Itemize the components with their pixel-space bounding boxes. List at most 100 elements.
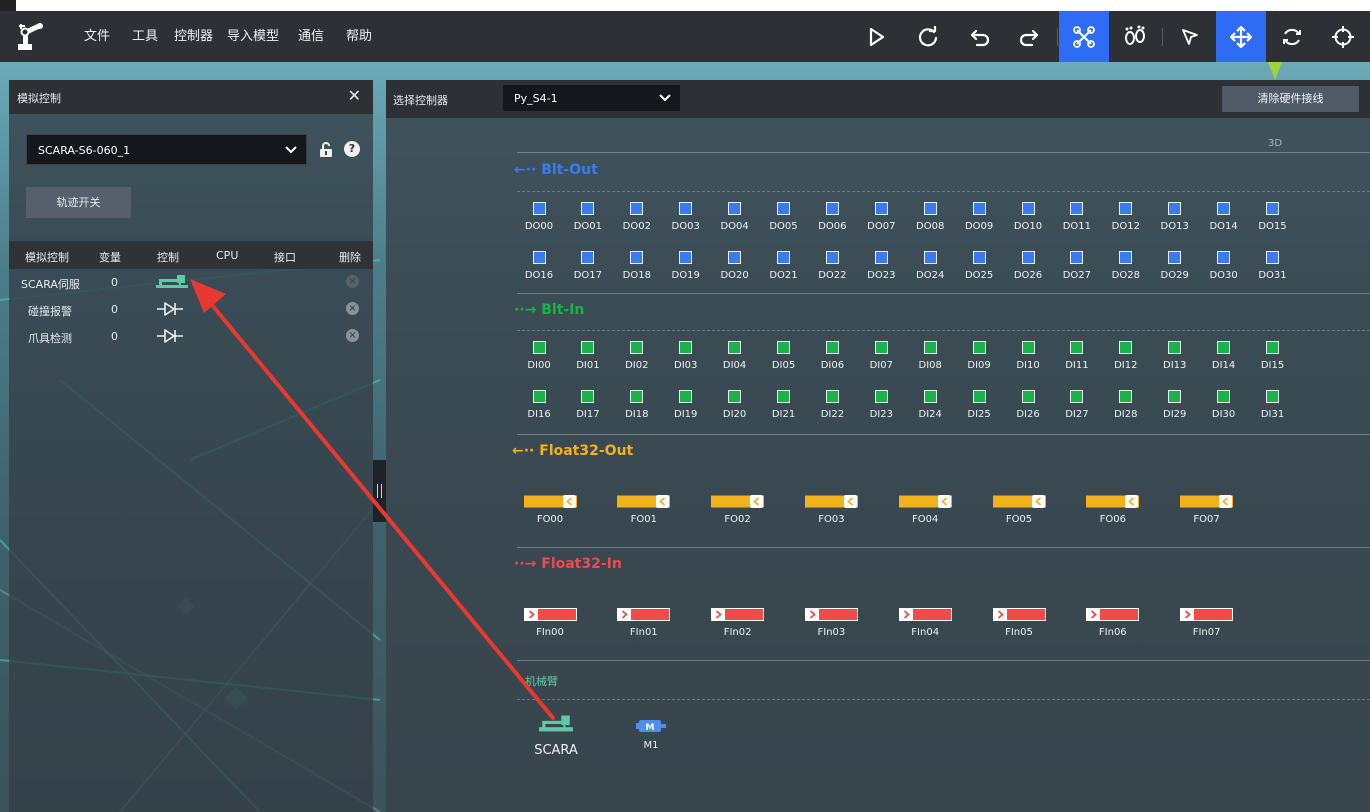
do-port[interactable]: DO11 [1057, 202, 1097, 232]
table-row[interactable]: 碰撞报警 0 × [9, 296, 373, 323]
float-out-port[interactable]: FO03 [796, 493, 866, 525]
float-in-port[interactable]: FIn07 [1172, 606, 1242, 638]
do-port[interactable]: DO16 [519, 251, 559, 281]
do-port[interactable]: DO08 [910, 202, 950, 232]
rotate-button[interactable] [1267, 11, 1317, 62]
di-port[interactable]: DI03 [666, 341, 706, 371]
do-port[interactable]: DO24 [910, 251, 950, 281]
do-port[interactable]: DO00 [519, 202, 559, 232]
di-port[interactable]: DI01 [568, 341, 608, 371]
di-port[interactable]: DI15 [1253, 341, 1293, 371]
do-port[interactable]: DO09 [959, 202, 999, 232]
float-out-port[interactable]: FO07 [1172, 493, 1242, 525]
unlock-icon[interactable] [319, 142, 333, 162]
di-port[interactable]: DI08 [910, 341, 950, 371]
float-out-port[interactable]: FO04 [890, 493, 960, 525]
float-in-port[interactable]: FIn04 [890, 606, 960, 638]
float-out-port[interactable]: FO00 [515, 493, 585, 525]
di-port[interactable]: DI09 [959, 341, 999, 371]
delete-icon[interactable]: × [346, 302, 359, 315]
menu-controller[interactable]: 控制器 [174, 11, 213, 62]
do-port[interactable]: DO06 [812, 202, 852, 232]
do-port[interactable]: DO13 [1155, 202, 1195, 232]
di-port[interactable]: DI18 [617, 390, 657, 420]
do-port[interactable]: DO20 [715, 251, 755, 281]
float-out-port[interactable]: FO06 [1078, 493, 1148, 525]
float-in-port[interactable]: FIn05 [984, 606, 1054, 638]
di-port[interactable]: DI07 [861, 341, 901, 371]
arm-item-m1[interactable]: M M1 [632, 718, 670, 751]
menu-tools[interactable]: 工具 [132, 11, 158, 62]
di-port[interactable]: DI17 [568, 390, 608, 420]
float-out-port[interactable]: FO05 [984, 493, 1054, 525]
di-port[interactable]: DI20 [715, 390, 755, 420]
di-port[interactable]: DI10 [1008, 341, 1048, 371]
di-port[interactable]: DI27 [1057, 390, 1097, 420]
trace-toggle-button[interactable]: 轨迹开关 [26, 187, 131, 218]
di-port[interactable]: DI29 [1155, 390, 1195, 420]
di-port[interactable]: DI19 [666, 390, 706, 420]
move-button[interactable] [1216, 11, 1266, 62]
play-button[interactable] [851, 11, 901, 62]
di-port[interactable]: DI24 [910, 390, 950, 420]
do-port[interactable]: DO02 [617, 202, 657, 232]
table-row[interactable]: SCARA伺服 0 × [9, 269, 373, 296]
do-port[interactable]: DO31 [1253, 251, 1293, 281]
float-in-port[interactable]: FIn06 [1078, 606, 1148, 638]
table-row[interactable]: 爪具检测 0 × [9, 323, 373, 350]
do-port[interactable]: DO23 [861, 251, 901, 281]
di-port[interactable]: DI06 [812, 341, 852, 371]
clear-wiring-button[interactable]: 清除硬件接线 [1222, 86, 1359, 112]
di-port[interactable]: DI13 [1155, 341, 1195, 371]
float-in-port[interactable]: FIn02 [703, 606, 773, 638]
di-port[interactable]: DI28 [1106, 390, 1146, 420]
do-port[interactable]: DO01 [568, 202, 608, 232]
di-port[interactable]: DI31 [1253, 390, 1293, 420]
di-port[interactable]: DI16 [519, 390, 559, 420]
help-icon[interactable]: ? [344, 141, 360, 157]
do-port[interactable]: DO30 [1204, 251, 1244, 281]
do-port[interactable]: DO26 [1008, 251, 1048, 281]
menu-communication[interactable]: 通信 [298, 11, 324, 62]
delete-icon[interactable]: × [346, 329, 359, 342]
di-port[interactable]: DI05 [764, 341, 804, 371]
di-port[interactable]: DI22 [812, 390, 852, 420]
robot-select[interactable]: SCARA-S6-060_1 [26, 134, 307, 165]
do-port[interactable]: DO29 [1155, 251, 1195, 281]
do-port[interactable]: DO12 [1106, 202, 1146, 232]
do-port[interactable]: DO04 [715, 202, 755, 232]
do-port[interactable]: DO28 [1106, 251, 1146, 281]
di-port[interactable]: DI14 [1204, 341, 1244, 371]
menu-file[interactable]: 文件 [84, 11, 110, 62]
di-port[interactable]: DI02 [617, 341, 657, 371]
panel-splitter-handle[interactable] [373, 460, 386, 522]
di-port[interactable]: DI21 [764, 390, 804, 420]
redo-button[interactable] [1005, 11, 1055, 62]
undo-button[interactable] [954, 11, 1004, 62]
float-in-port[interactable]: FIn00 [515, 606, 585, 638]
float-out-port[interactable]: FO01 [609, 493, 679, 525]
do-port[interactable]: DO25 [959, 251, 999, 281]
do-port[interactable]: DO22 [812, 251, 852, 281]
arm-item-scara[interactable]: SCARA [530, 714, 582, 758]
di-port[interactable]: DI00 [519, 341, 559, 371]
delete-icon[interactable]: × [346, 275, 359, 288]
di-port[interactable]: DI25 [959, 390, 999, 420]
di-port[interactable]: DI12 [1106, 341, 1146, 371]
do-port[interactable]: DO14 [1204, 202, 1244, 232]
float-out-port[interactable]: FO02 [703, 493, 773, 525]
menu-import-model[interactable]: 导入模型 [227, 11, 279, 62]
do-port[interactable]: DO07 [861, 202, 901, 232]
di-port[interactable]: DI30 [1204, 390, 1244, 420]
di-port[interactable]: DI11 [1057, 341, 1097, 371]
float-in-port[interactable]: FIn01 [609, 606, 679, 638]
float-in-port[interactable]: FIn03 [796, 606, 866, 638]
do-port[interactable]: DO27 [1057, 251, 1097, 281]
di-port[interactable]: DI23 [861, 390, 901, 420]
do-port[interactable]: DO19 [666, 251, 706, 281]
select-button[interactable] [1165, 11, 1215, 62]
diode-icon[interactable] [155, 327, 185, 345]
di-port[interactable]: DI26 [1008, 390, 1048, 420]
drone-mode-button[interactable] [1059, 11, 1109, 62]
do-port[interactable]: DO18 [617, 251, 657, 281]
